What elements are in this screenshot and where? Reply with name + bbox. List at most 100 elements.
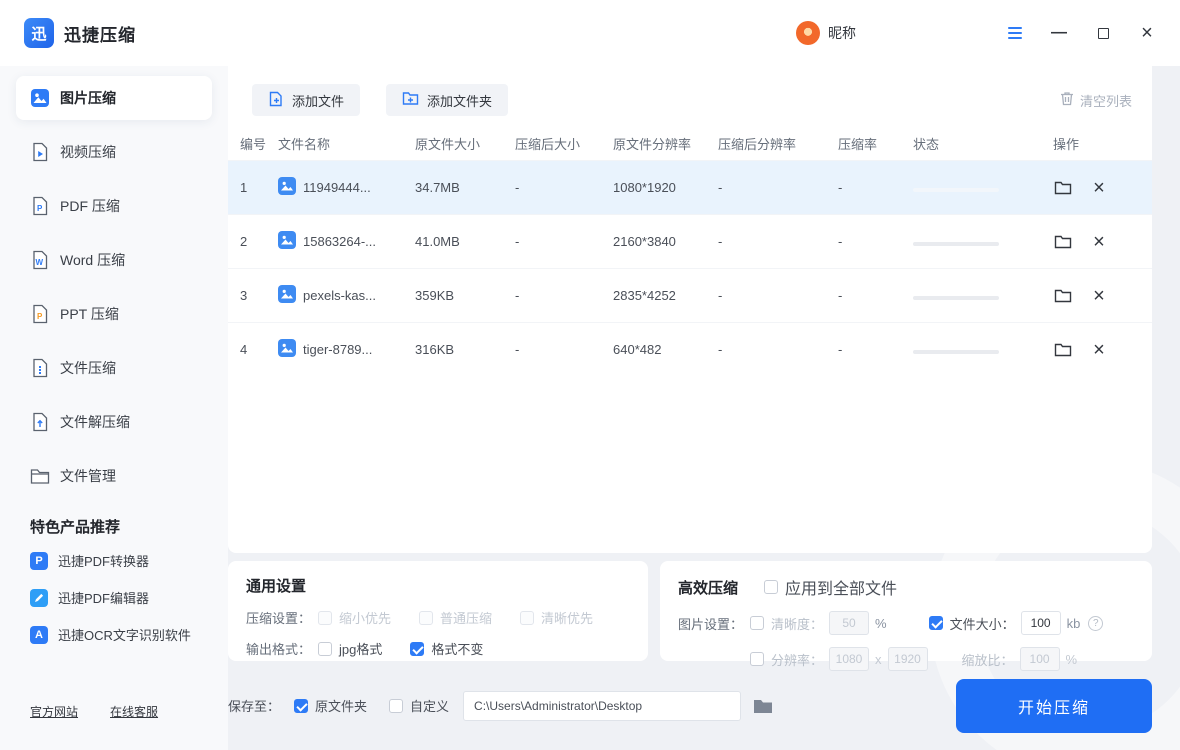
status-cell xyxy=(913,180,1053,195)
option-original-folder[interactable]: 原文件夹 xyxy=(294,696,367,715)
avatar[interactable] xyxy=(796,21,820,45)
efficient-compress-card: 高效压缩 应用到全部文件 图片设置： 清晰度： % xyxy=(660,561,1152,671)
file-name: pexels-kas... xyxy=(303,288,376,303)
custom-path-checkbox[interactable] xyxy=(389,698,404,713)
sidebar-item-label: 图片压缩 xyxy=(60,90,116,106)
compress-mode-label: 压缩设置： xyxy=(246,611,312,626)
compressed-size: - xyxy=(515,342,520,357)
app-logo-icon: 迅 xyxy=(24,18,54,48)
pdf-converter-icon: P xyxy=(30,551,48,570)
status-cell xyxy=(913,342,1053,357)
jpg-format-checkbox[interactable] xyxy=(318,641,332,656)
browse-folder-icon[interactable] xyxy=(753,698,773,714)
sidebar-item-pdf-compress[interactable]: P PDF 压缩 xyxy=(16,184,212,228)
compression-ratio: - xyxy=(838,234,843,249)
remove-file-icon[interactable]: × xyxy=(1089,286,1109,306)
add-file-button[interactable]: 添加文件 xyxy=(252,84,361,116)
app-title: 迅捷压缩 xyxy=(64,25,136,45)
save-path-input[interactable] xyxy=(463,690,742,721)
clarity-unit: % xyxy=(875,615,887,631)
col-compressed-resolution: 压缩后分辨率 xyxy=(718,136,797,152)
sidebar-item-word-compress[interactable]: W Word 压缩 xyxy=(16,238,212,282)
general-settings-title: 通用设置 xyxy=(246,578,307,595)
col-original-size: 原文件大小 xyxy=(415,136,481,152)
video-compress-icon xyxy=(30,142,50,162)
file-compress-icon xyxy=(30,358,50,378)
apply-all-checkbox[interactable] xyxy=(764,580,779,594)
sidebar-item-file-decompress[interactable]: 文件解压缩 xyxy=(16,400,212,444)
open-folder-icon[interactable] xyxy=(1053,232,1073,252)
open-folder-icon[interactable] xyxy=(1053,340,1073,360)
open-folder-icon[interactable] xyxy=(1053,286,1073,306)
add-folder-button[interactable]: 添加文件夹 xyxy=(386,84,509,116)
status-cell xyxy=(913,234,1053,249)
clear-list-button[interactable]: 清空列表 xyxy=(1060,91,1132,110)
start-compress-button[interactable]: 开始压缩 xyxy=(956,678,1152,733)
option-jpg-format[interactable]: jpg格式 xyxy=(318,639,382,658)
sidebar-item-image-compress[interactable]: 图片压缩 xyxy=(16,76,212,120)
option-keep-format[interactable]: 格式不变 xyxy=(410,639,483,658)
sidebar-item-label: 视频压缩 xyxy=(60,144,116,160)
sidebar-item-label: PPT 压缩 xyxy=(60,306,119,322)
close-button[interactable]: × xyxy=(1138,23,1156,43)
user-account[interactable]: 昵称 xyxy=(796,21,856,45)
table-row[interactable]: 2 15863264-... 41.0MB - 2160*3840 - - × xyxy=(228,214,1152,268)
help-icon[interactable]: ? xyxy=(1088,615,1104,631)
keep-format-checkbox[interactable] xyxy=(410,641,425,656)
clarity-first-checkbox[interactable] xyxy=(520,610,535,625)
sidebar-item-label: 文件压缩 xyxy=(60,360,116,376)
sidebar-item-ppt-compress[interactable]: P PPT 压缩 xyxy=(16,292,212,336)
online-support-link[interactable]: 在线客服 xyxy=(110,703,158,720)
original-resolution: 640*482 xyxy=(613,342,662,357)
table-row[interactable]: 3 pexels-kas... 359KB - 2835*4252 - - × xyxy=(228,268,1152,322)
titlebar: 迅 迅捷压缩 昵称 — × xyxy=(0,0,1180,66)
svg-text:W: W xyxy=(36,258,44,267)
table-row[interactable]: 4 tiger-8789... 316KB - 640*482 - - × xyxy=(228,322,1152,376)
size-first-checkbox[interactable] xyxy=(318,610,332,625)
promo-pdf-editor[interactable]: 迅捷PDF编辑器 xyxy=(30,588,228,607)
official-website-link[interactable]: 官方网站 xyxy=(30,703,78,720)
sidebar-item-file-compress[interactable]: 文件压缩 xyxy=(16,346,212,390)
table-row[interactable]: 1 11949444... 34.7MB - 1080*1920 - - × xyxy=(228,160,1152,214)
original-resolution: 1080*1920 xyxy=(613,180,676,195)
normal-compress-checkbox[interactable] xyxy=(419,610,434,625)
row-number: 1 xyxy=(240,180,248,195)
sidebar-item-file-manage[interactable]: 文件管理 xyxy=(16,454,212,498)
option-custom-path[interactable]: 自定义 xyxy=(389,696,449,715)
compress-mode-row: 压缩设置： 缩小优先 普通压缩 清晰优先 xyxy=(246,608,630,627)
file-manage-icon xyxy=(30,466,50,486)
promo-ocr-software[interactable]: A 迅捷OCR文字识别软件 xyxy=(30,625,228,644)
progress-bar xyxy=(913,296,999,300)
option-clarity[interactable]: 清晰度： xyxy=(750,614,823,633)
promo-pdf-converter[interactable]: P 迅捷PDF转换器 xyxy=(30,551,228,570)
progress-bar xyxy=(913,350,999,354)
minimize-button[interactable]: — xyxy=(1050,24,1068,42)
original-size: 316KB xyxy=(415,342,455,357)
option-normal-compress[interactable]: 普通压缩 xyxy=(419,608,492,627)
general-settings-card: 通用设置 压缩设置： 缩小优先 普通压缩 清晰优先 输出格式： jpg格式 格式… xyxy=(228,561,648,661)
remove-file-icon[interactable]: × xyxy=(1089,340,1109,360)
open-folder-icon[interactable] xyxy=(1053,178,1073,198)
option-clarity-first[interactable]: 清晰优先 xyxy=(520,608,593,627)
sidebar-item-label: PDF 压缩 xyxy=(60,198,120,214)
clarity-input[interactable] xyxy=(829,611,870,635)
image-file-icon xyxy=(278,231,296,252)
option-size-first[interactable]: 缩小优先 xyxy=(318,608,391,627)
filesize-input[interactable] xyxy=(1020,611,1061,635)
menu-list-icon[interactable] xyxy=(1006,24,1024,42)
remove-file-icon[interactable]: × xyxy=(1089,178,1109,198)
option-filesize[interactable]: 文件大小： xyxy=(928,614,1015,633)
remove-file-icon[interactable]: × xyxy=(1089,232,1109,252)
maximize-button[interactable] xyxy=(1094,24,1112,42)
sidebar-item-label: Word 压缩 xyxy=(60,252,126,268)
clarity-checkbox[interactable] xyxy=(750,616,764,630)
col-ratio: 压缩率 xyxy=(838,136,878,152)
original-size: 41.0MB xyxy=(415,234,460,249)
add-folder-label: 添加文件夹 xyxy=(427,93,493,109)
sidebar-item-video-compress[interactable]: 视频压缩 xyxy=(16,130,212,174)
output-format-label: 输出格式： xyxy=(246,642,312,657)
filesize-checkbox[interactable] xyxy=(928,616,943,630)
option-apply-all[interactable]: 应用到全部文件 xyxy=(764,575,897,599)
row-number: 3 xyxy=(240,288,248,303)
original-folder-checkbox[interactable] xyxy=(294,698,309,713)
